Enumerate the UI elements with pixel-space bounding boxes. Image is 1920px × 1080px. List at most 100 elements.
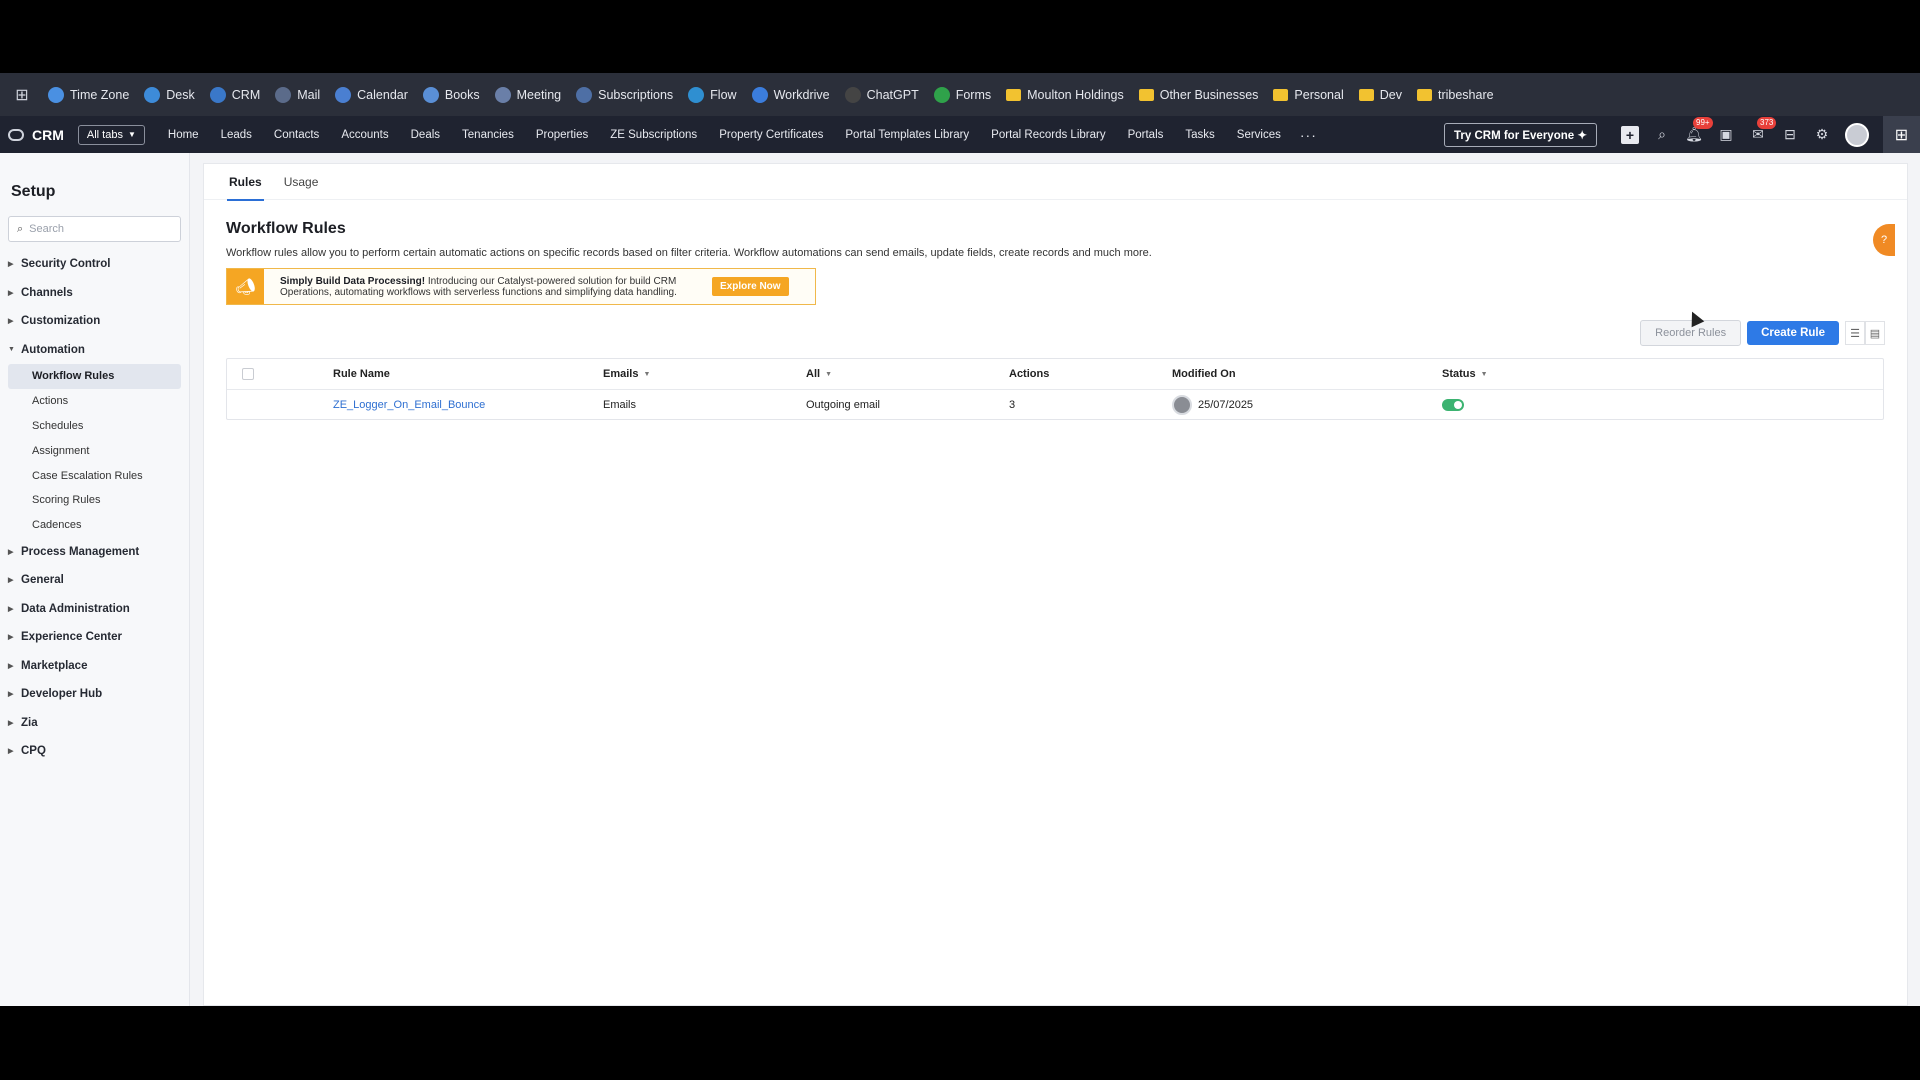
sidebar-search-input[interactable]: ⌕ Search: [8, 216, 181, 242]
app-forms[interactable]: Forms: [933, 86, 991, 103]
sidebar-item-assignment[interactable]: Assignment: [8, 438, 181, 463]
app-calendar[interactable]: Calendar: [335, 86, 408, 103]
app-bar: ⊞ Time Zone Desk CRM Mail Calendar Books Meeti…: [0, 73, 1920, 116]
bookmark-folder[interactable]: Other Businesses: [1138, 87, 1259, 102]
bookmark-folder[interactable]: Dev: [1358, 87, 1402, 102]
nav-tab-leads[interactable]: Leads: [221, 129, 252, 141]
select-all-checkbox[interactable]: [242, 368, 254, 380]
nav-tab-portal-records-library[interactable]: Portal Records Library: [991, 129, 1105, 141]
mail-icon: [275, 86, 292, 103]
explore-now-button[interactable]: Explore Now: [712, 277, 789, 296]
inbox-icon[interactable]: ⊟: [1781, 126, 1799, 143]
col-modified-on: Modified On: [1172, 368, 1236, 380]
col-module-filter[interactable]: Emails ▼: [603, 368, 650, 380]
table-row[interactable]: ZE_Logger_On_Email_Bounce Emails Outgoin…: [227, 390, 1883, 419]
col-trigger-filter[interactable]: All ▼: [806, 368, 832, 380]
col-rule-name: Rule Name: [333, 368, 390, 380]
app-books[interactable]: Books: [422, 86, 480, 103]
sidebar-group-automation[interactable]: ▼ Automation: [0, 336, 189, 365]
tab-rules[interactable]: Rules: [227, 164, 264, 201]
nav-tab-tenancies[interactable]: Tenancies: [462, 129, 514, 141]
nav-tab-services[interactable]: Services: [1237, 129, 1281, 141]
chevron-right-icon: ▶: [8, 719, 14, 727]
content-panel: Rules Usage Workflow Rules Workflow rule…: [203, 163, 1908, 1006]
mail-icon[interactable]: ✉ 373: [1749, 117, 1777, 143]
sidebar-item-cadences[interactable]: Cadences: [8, 513, 181, 538]
rules-table: Rule Name Emails ▼ All ▼ Actions Modified …: [226, 358, 1884, 420]
create-rule-button[interactable]: Create Rule: [1747, 321, 1839, 345]
sidebar-group-channels[interactable]: ▶ Channels: [0, 279, 189, 308]
folder-icon: [1358, 88, 1374, 101]
sidebar-group-process-management[interactable]: ▶ Process Management: [0, 538, 189, 567]
sidebar-group-data-administration[interactable]: ▶ Data Administration: [0, 595, 189, 624]
try-crm-button[interactable]: Try CRM for Everyone ✦: [1444, 122, 1597, 147]
sidebar-item-workflow-rules[interactable]: Workflow Rules: [8, 364, 181, 389]
all-tabs-dropdown[interactable]: All tabs ▼: [77, 124, 145, 145]
bookmark-folder[interactable]: Moulton Holdings: [1006, 88, 1124, 102]
grouped-view-icon[interactable]: ▤: [1865, 321, 1885, 345]
search-icon[interactable]: ⌕: [1653, 126, 1671, 143]
notifications-icon[interactable]: 🔔︎ 99+: [1685, 117, 1713, 143]
app-crm[interactable]: CRM: [209, 86, 261, 103]
sidebar-group-experience-center[interactable]: ▶ Experience Center: [0, 623, 189, 652]
sidebar-item-scoring-rules[interactable]: Scoring Rules: [8, 488, 181, 513]
app-meeting[interactable]: Meeting: [494, 86, 561, 103]
tab-usage[interactable]: Usage: [284, 164, 319, 200]
sidebar-group-customization[interactable]: ▶ Customization: [0, 307, 189, 336]
app-flow[interactable]: Flow: [688, 86, 737, 103]
table-header: Rule Name Emails ▼ All ▼ Actions Modified …: [227, 359, 1883, 390]
app-subscriptions[interactable]: Subscriptions: [576, 86, 674, 103]
more-tabs-button[interactable]: ···: [1300, 127, 1317, 143]
sidebar-group-developer-hub[interactable]: ▶ Developer Hub: [0, 680, 189, 709]
app-mail[interactable]: Mail: [275, 86, 321, 103]
folder-label: Other Businesses: [1159, 87, 1259, 102]
sidebar-group-general[interactable]: ▶ General: [0, 566, 189, 595]
sidebar-group-cpq[interactable]: ▶ CPQ: [0, 737, 189, 766]
nav-tab-ze-subscriptions[interactable]: ZE Subscriptions: [610, 129, 697, 141]
nav-tab-accounts[interactable]: Accounts: [341, 129, 388, 141]
nav-tab-portal-templates-library[interactable]: Portal Templates Library: [845, 129, 969, 141]
sidebar-item-case-escalation-rules[interactable]: Case Escalation Rules: [8, 463, 181, 488]
sidebar-item-schedules[interactable]: Schedules: [8, 414, 181, 439]
sidebar-group-zia[interactable]: ▶ Zia: [0, 709, 189, 738]
app-label: Subscriptions: [598, 87, 674, 102]
crm-logo[interactable]: CRM: [8, 127, 64, 143]
sidebar-group-label: Customization: [21, 315, 101, 328]
list-view-icon[interactable]: ☰: [1845, 321, 1865, 345]
promo-banner: 📣︎ Simply Build Data Processing! Introdu…: [226, 268, 816, 305]
rule-name-link[interactable]: ZE_Logger_On_Email_Bounce: [333, 399, 485, 411]
user-avatar[interactable]: [1845, 122, 1869, 147]
app-label: Mail: [297, 87, 321, 102]
app-time-zone[interactable]: Time Zone: [48, 86, 129, 103]
nav-tab-home[interactable]: Home: [168, 129, 199, 141]
col-status-filter[interactable]: Status ▼: [1442, 368, 1488, 380]
app-label: CRM: [231, 87, 261, 102]
app-workdrive[interactable]: Workdrive: [751, 86, 830, 103]
sidebar-group-label: Zia: [21, 716, 38, 729]
folder-label: Dev: [1379, 87, 1402, 102]
app-launcher-icon[interactable]: ⊞: [12, 85, 32, 105]
nav-tab-property-certificates[interactable]: Property Certificates: [719, 129, 823, 141]
sidebar-item-actions[interactable]: Actions: [8, 389, 181, 414]
status-toggle[interactable]: [1442, 398, 1464, 411]
nav-tab-tasks[interactable]: Tasks: [1185, 129, 1214, 141]
bookmark-folder[interactable]: tribeshare: [1416, 88, 1494, 102]
app-chatgpt[interactable]: ChatGPT: [844, 86, 919, 103]
quick-create-icon[interactable]: +: [1621, 125, 1639, 144]
help-tab-icon[interactable]: ?: [1873, 224, 1895, 256]
apps-grid-icon[interactable]: ⊞: [1883, 116, 1920, 153]
promo-text: Simply Build Data Processing! Introducin…: [280, 276, 700, 298]
gear-icon[interactable]: ⚙: [1813, 126, 1831, 143]
sidebar-group-security-control[interactable]: ▶ Security Control: [0, 250, 189, 279]
app-desk[interactable]: Desk: [144, 86, 195, 103]
forms-icon: [933, 86, 950, 103]
nav-tab-properties[interactable]: Properties: [536, 129, 588, 141]
nav-tab-portals[interactable]: Portals: [1128, 129, 1164, 141]
sidebar-group-marketplace[interactable]: ▶ Marketplace: [0, 652, 189, 681]
flow-icon: [688, 86, 705, 103]
nav-tab-contacts[interactable]: Contacts: [274, 129, 319, 141]
calendar-icon[interactable]: ▣: [1717, 126, 1735, 143]
bookmark-folder[interactable]: Personal: [1273, 88, 1344, 102]
rules-toolbar: Reorder Rules Create Rule ☰ ▤: [1640, 320, 1885, 346]
nav-tab-deals[interactable]: Deals: [411, 129, 440, 141]
